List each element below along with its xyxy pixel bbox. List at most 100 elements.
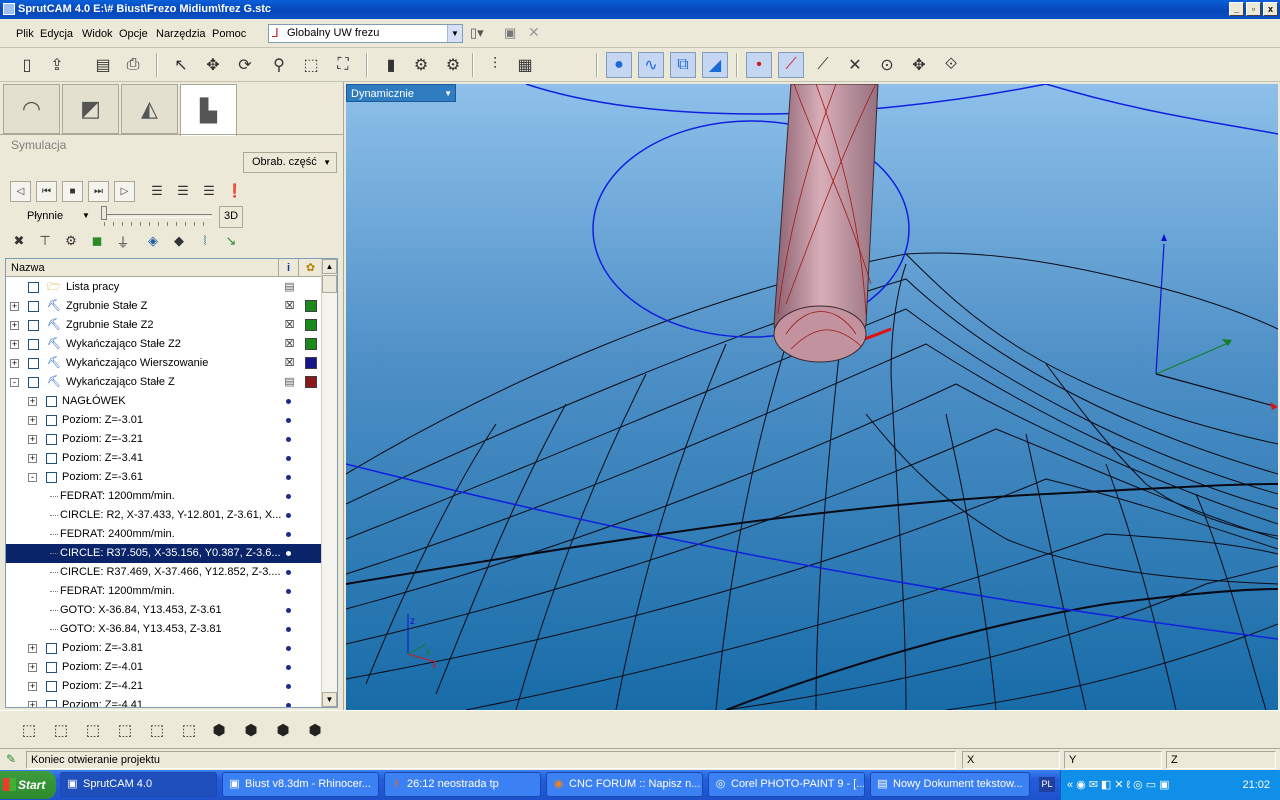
machine-icon[interactable]: ⚙ [440,52,466,78]
tree-row[interactable]: + Poziom: Z=-3.01 [6,411,322,430]
spindle-icon[interactable]: ⏚ [112,230,134,252]
tab-machining[interactable]: ◩ [62,84,119,134]
import-icon[interactable]: ⇪ [44,52,70,78]
row-checkbox[interactable] [28,320,39,331]
tab-toolpath[interactable]: ◭ [121,84,178,134]
speed-slider[interactable] [104,214,212,218]
task-neostrada[interactable]: ℓ 26:12 neostrada tp [384,772,541,797]
new-file-icon[interactable]: ▯ [14,52,40,78]
tool-icon[interactable]: ⚙ [408,52,434,78]
expand-icon[interactable]: + [28,663,37,672]
print-icon[interactable]: ⎙ [120,52,146,78]
save-icon[interactable]: ▣ [504,25,516,41]
tab-simulation[interactable]: ▙ [180,84,237,136]
cancel-icon[interactable]: ✖ [8,230,30,252]
view-back-icon[interactable]: ⬚ [50,719,72,741]
menu-narzedzia[interactable]: Narzędzia [156,28,206,40]
tree-row[interactable]: CIRCLE: R37.469, X-37.466, Y12.852, Z-3.… [6,563,322,582]
tree-row[interactable]: + ⛏ Zgrubnie Stałe Z ☒ [6,297,322,316]
warning-icon[interactable]: ❗ [224,180,246,202]
step-back-icon[interactable]: ◁ [10,181,31,202]
color-swatch[interactable] [305,338,317,350]
tray-icons[interactable]: «◉✉◧✕ℓ◎▭▣ [1067,778,1172,791]
check-path-icon[interactable]: ↘ [220,230,242,252]
save-file-icon[interactable]: ▤ [90,52,116,78]
rewind-icon[interactable]: ⏮ [36,181,57,202]
tree-row[interactable]: + ⛏ Wykańczająco Wierszowanie ☒ [6,354,322,373]
row-checkbox[interactable] [46,681,57,692]
color-swatch[interactable] [305,357,317,369]
start-button[interactable]: Start [0,771,56,799]
menu-widok[interactable]: Widok [82,28,113,40]
calculator-icon[interactable]: ▦ [512,52,538,78]
transform-icon[interactable]: ⟐ [938,52,964,78]
part-icon[interactable]: ◈ [142,230,164,252]
disabled-mark-icon[interactable]: ☒ [284,301,295,312]
view-front-icon[interactable]: ⬚ [18,719,40,741]
task-sprutcam[interactable]: ▣ SprutCAM 4.0 [60,772,217,797]
tree-row[interactable]: - ⛏ Wykańczająco Stałe Z ▤ [6,373,322,392]
tree-row[interactable]: + Poziom: Z=-4.21 [6,677,322,696]
expand-icon[interactable]: + [28,454,37,463]
view-right-icon[interactable]: ⬚ [114,719,136,741]
red-point-icon[interactable]: • [746,52,772,78]
point-view-icon[interactable]: ● [606,52,632,78]
task-rhino[interactable]: ▣ Biust v8.3dm - Rhinocer... [222,772,379,797]
speed-slider-thumb[interactable] [101,206,107,220]
document-icon[interactable]: ▤ [284,377,295,388]
tree-row[interactable]: + Poziom: Z=-4.01 [6,658,322,677]
tree-row[interactable]: + Poziom: Z=-3.21 [6,430,322,449]
task-notepad[interactable]: ▤ Nowy Dokument tekstow... [870,772,1030,797]
fixture-icon[interactable]: ⚙ [60,230,82,252]
row-checkbox[interactable] [28,339,39,350]
zoom-icon[interactable]: ⚲ [266,52,292,78]
row-checkbox[interactable] [46,415,57,426]
column-info[interactable]: i [278,259,298,277]
rotate-icon[interactable]: ⟳ [232,52,258,78]
mode-dropdown[interactable]: Obrab. część ▼ [243,152,337,173]
list-end-icon[interactable]: ☰ [198,180,220,202]
coord-system-select[interactable]: ⅃ Globalny UW frezu ▼ [268,24,463,43]
tree-row[interactable]: 🗁 Lista pracy ▤ [6,278,322,297]
view-iso3-icon[interactable]: ⬢ [272,719,294,741]
red-line-icon[interactable]: ⟋ [778,52,804,78]
expand-icon[interactable]: + [10,359,19,368]
collapse-icon[interactable]: - [28,473,37,482]
scroll-down-icon[interactable]: ▼ [322,692,337,707]
row-checkbox[interactable] [46,434,57,445]
tree-scrollbar[interactable]: ▲ ▼ [321,259,337,707]
viewport-3d[interactable]: z y x Dynamicznie ▼ [346,84,1278,710]
play-icon[interactable]: ▷ [114,181,135,202]
view-top-icon[interactable]: ⬚ [146,719,168,741]
row-checkbox[interactable] [46,472,57,483]
expand-icon[interactable]: + [28,416,37,425]
row-checkbox[interactable] [28,358,39,369]
expand-icon[interactable]: + [10,302,19,311]
pointer-icon[interactable]: ↖ [168,52,194,78]
tree-row[interactable]: GOTO: X-36.84, Y13.453, Z-3.61 [6,601,322,620]
color-swatch[interactable] [305,300,317,312]
tool-holder-icon[interactable]: ⊤ [34,230,56,252]
column-name[interactable]: Nazwa [11,262,45,274]
expand-icon[interactable]: + [10,340,19,349]
view-left-icon[interactable]: ⬚ [82,719,104,741]
cylinder-icon[interactable]: ▮ [378,52,404,78]
task-corel[interactable]: ◎ Corel PHOTO-PAINT 9 - [... [708,772,865,797]
delete-icon[interactable]: ✕ [528,24,540,41]
row-checkbox[interactable] [46,643,57,654]
view-iso1-icon[interactable]: ⬢ [208,719,230,741]
task-cnc-forum[interactable]: ◉ CNC FORUM :: Napisz n... [546,772,703,797]
row-checkbox[interactable] [28,282,39,293]
tree-row[interactable]: + Poziom: Z=-3.41 [6,449,322,468]
expand-icon[interactable]: + [28,435,37,444]
list-next-icon[interactable]: ☰ [172,180,194,202]
row-checkbox[interactable] [46,700,57,707]
zoom-window-icon[interactable]: ⬚ [298,52,324,78]
block-icon[interactable]: ◆ [168,230,190,252]
column-status-icon[interactable]: ✿ [298,259,322,277]
minimize-button[interactable]: _ [1229,2,1244,16]
disabled-mark-icon[interactable]: ☒ [284,358,295,369]
tree-row[interactable]: + ⛏ Wykańczająco Stałe Z2 ☒ [6,335,322,354]
tree-row[interactable]: - Poziom: Z=-3.61 [6,468,322,487]
cross-icon[interactable]: ✕ [842,52,868,78]
